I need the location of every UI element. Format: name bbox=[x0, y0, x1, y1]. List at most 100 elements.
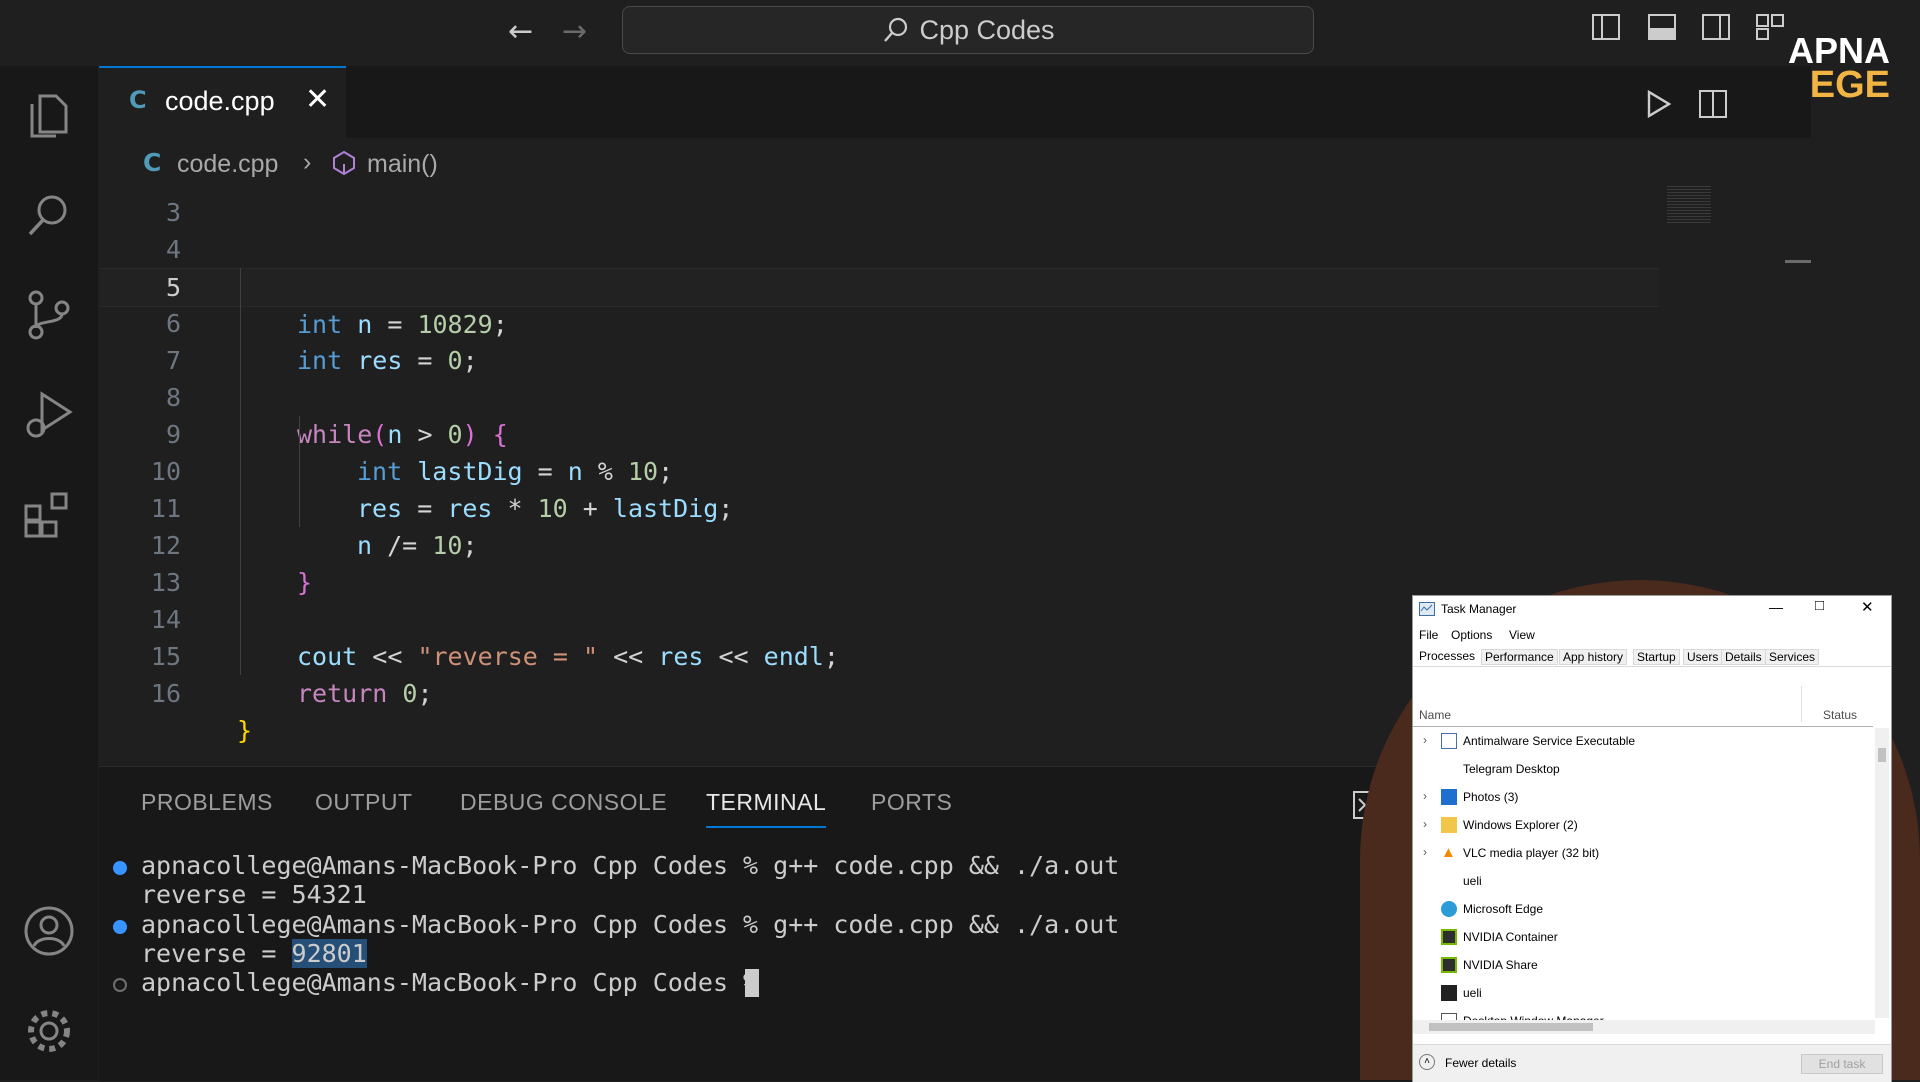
task-manager-tabs: Processes Performance App history Startu… bbox=[1413, 646, 1891, 667]
tab-problems[interactable]: PROBLEMS bbox=[141, 789, 273, 816]
line-number: 7 bbox=[165, 346, 181, 375]
column-divider bbox=[1801, 686, 1802, 722]
command-pending-dot bbox=[113, 978, 127, 992]
tab-terminal[interactable]: TERMINAL bbox=[706, 789, 827, 828]
ueli-icon bbox=[1441, 985, 1457, 1001]
tab-label: code.cpp bbox=[165, 86, 275, 116]
breadcrumb-symbol[interactable]: main() bbox=[367, 150, 438, 179]
breadcrumb-file[interactable]: code.cpp bbox=[177, 150, 278, 179]
run-code-icon[interactable] bbox=[1645, 90, 1671, 118]
expand-chevron-icon[interactable]: › bbox=[1423, 845, 1427, 859]
activity-bar bbox=[0, 66, 98, 1080]
source-control-icon[interactable] bbox=[22, 288, 76, 342]
forward-arrow-icon[interactable]: → bbox=[562, 14, 587, 49]
tab-performance[interactable]: Performance bbox=[1481, 649, 1558, 665]
task-manager-footer: ˄ Fewer details End task bbox=[1413, 1044, 1891, 1082]
expand-chevron-icon[interactable]: › bbox=[1423, 817, 1427, 831]
breadcrumb: C code.cpp › main() bbox=[99, 138, 1811, 186]
tab-services[interactable]: Services bbox=[1765, 649, 1820, 665]
vertical-scrollbar[interactable] bbox=[1875, 728, 1889, 1018]
title-bar: ← → Cpp Codes bbox=[0, 0, 1920, 66]
maximize-icon[interactable]: □ bbox=[1815, 597, 1824, 614]
process-row[interactable]: › Antimalware Service Executable bbox=[1413, 728, 1873, 756]
command-success-dot[interactable] bbox=[113, 920, 127, 934]
run-and-debug-icon[interactable] bbox=[22, 388, 76, 442]
process-row[interactable]: › Windows Explorer (2) bbox=[1413, 812, 1873, 840]
terminal[interactable]: apnacollege@Amans-MacBook-Pro Cpp Codes … bbox=[99, 847, 1399, 1077]
tab-users[interactable]: Users bbox=[1683, 649, 1723, 665]
column-header-status[interactable]: Status bbox=[1823, 708, 1857, 722]
toggle-panel-icon[interactable] bbox=[1648, 14, 1676, 40]
back-arrow-icon[interactable]: ← bbox=[508, 14, 533, 49]
close-icon[interactable]: ✕ bbox=[1861, 598, 1874, 616]
process-row[interactable]: Telegram Desktop bbox=[1413, 756, 1873, 784]
task-manager-icon bbox=[1419, 602, 1435, 616]
chevron-up-icon[interactable]: ˄ bbox=[1419, 1054, 1435, 1070]
selected-text: 92801 bbox=[291, 939, 367, 968]
tab-details[interactable]: Details bbox=[1721, 649, 1766, 665]
process-row[interactable]: ueli bbox=[1413, 868, 1873, 896]
process-row[interactable]: ueli bbox=[1413, 980, 1873, 1008]
line-number-active: 5 bbox=[165, 273, 181, 302]
line-number: 10 bbox=[150, 457, 181, 486]
minimize-icon[interactable]: — bbox=[1769, 599, 1783, 615]
line-number: 12 bbox=[150, 531, 181, 560]
menu-file[interactable]: File bbox=[1419, 628, 1438, 642]
terminal-line: apnacollege@Amans-MacBook-Pro Cpp Codes … bbox=[141, 851, 1120, 880]
split-editor-icon[interactable] bbox=[1699, 90, 1727, 118]
task-manager-titlebar: Task Manager — □ ✕ bbox=[1413, 596, 1891, 622]
cpp-file-icon: C bbox=[143, 148, 162, 177]
tab-debug-console[interactable]: DEBUG CONSOLE bbox=[460, 789, 667, 816]
line-number: 3 bbox=[165, 198, 181, 227]
cpp-file-icon: C bbox=[129, 86, 147, 114]
line-number: 14 bbox=[150, 605, 181, 634]
tab-processes[interactable]: Processes bbox=[1419, 649, 1475, 663]
nvidia-icon bbox=[1441, 957, 1457, 973]
nvidia-icon bbox=[1441, 929, 1457, 945]
folder-icon bbox=[1441, 817, 1457, 833]
terminal-cursor bbox=[745, 969, 759, 997]
end-task-button[interactable]: End task bbox=[1801, 1054, 1883, 1074]
search-icon bbox=[884, 17, 908, 42]
line-number: 16 bbox=[150, 679, 181, 708]
menu-view[interactable]: View bbox=[1509, 628, 1535, 642]
process-row[interactable]: › Photos (3) bbox=[1413, 784, 1873, 812]
indent-guide bbox=[299, 416, 300, 527]
task-manager-window: Task Manager — □ ✕ File Options View Pro… bbox=[1412, 595, 1892, 1082]
tab-startup[interactable]: Startup bbox=[1633, 649, 1680, 665]
fewer-details-button[interactable]: Fewer details bbox=[1445, 1056, 1516, 1070]
settings-gear-icon[interactable] bbox=[22, 1004, 76, 1058]
symbol-method-icon bbox=[333, 150, 355, 176]
explorer-icon[interactable] bbox=[22, 88, 76, 142]
command-center-search[interactable]: Cpp Codes bbox=[622, 6, 1314, 54]
close-tab-icon[interactable]: ✕ bbox=[305, 82, 330, 117]
task-manager-title: Task Manager bbox=[1441, 602, 1517, 616]
process-row[interactable]: › ▲ VLC media player (32 bit) bbox=[1413, 840, 1873, 868]
process-list[interactable]: › Antimalware Service Executable Telegram… bbox=[1413, 728, 1873, 1040]
header-underline bbox=[1413, 726, 1873, 727]
photos-icon bbox=[1441, 789, 1457, 805]
process-row[interactable]: Microsoft Edge bbox=[1413, 896, 1873, 924]
vertical-scrollbar[interactable] bbox=[1785, 260, 1811, 263]
accounts-icon[interactable] bbox=[22, 904, 76, 958]
line-number: 4 bbox=[165, 235, 181, 264]
expand-chevron-icon[interactable]: › bbox=[1423, 733, 1427, 747]
command-success-dot[interactable] bbox=[113, 861, 127, 875]
search-sidebar-icon[interactable] bbox=[22, 188, 76, 242]
extensions-icon[interactable] bbox=[22, 488, 76, 542]
menu-options[interactable]: Options bbox=[1451, 628, 1492, 642]
column-header-name[interactable]: Name bbox=[1419, 708, 1451, 722]
code-line: } bbox=[237, 716, 253, 745]
process-row[interactable]: NVIDIA Share bbox=[1413, 952, 1873, 980]
process-row[interactable]: NVIDIA Container bbox=[1413, 924, 1873, 952]
tab-ports[interactable]: PORTS bbox=[871, 789, 952, 816]
toggle-primary-sidebar-icon[interactable] bbox=[1592, 14, 1620, 40]
tab-output[interactable]: OUTPUT bbox=[315, 789, 413, 816]
expand-chevron-icon[interactable]: › bbox=[1423, 789, 1427, 803]
horizontal-scrollbar[interactable] bbox=[1413, 1020, 1875, 1034]
tab-app-history[interactable]: App history bbox=[1559, 649, 1628, 665]
line-number: 8 bbox=[165, 383, 181, 412]
terminal-line: apnacollege@Amans-MacBook-Pro Cpp Codes … bbox=[141, 910, 1120, 939]
line-number: 6 bbox=[165, 309, 181, 338]
tab-code-cpp[interactable]: C code.cpp ✕ bbox=[99, 66, 346, 140]
